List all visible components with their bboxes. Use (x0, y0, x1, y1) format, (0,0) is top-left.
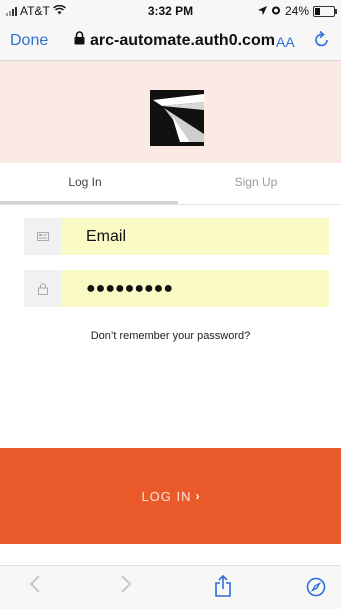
forward-arrow-icon[interactable] (120, 574, 132, 600)
browser-address-bar: Done arc-automate.auth0.com AA (0, 22, 341, 61)
active-tab-indicator (0, 201, 178, 204)
password-field[interactable]: ●●●●●●●●● (24, 270, 329, 307)
padlock-icon (24, 270, 62, 307)
compass-icon[interactable] (306, 577, 326, 603)
email-icon (24, 218, 62, 255)
location-arrow-icon (257, 4, 267, 18)
password-value: ●●●●●●●●● (86, 279, 173, 297)
status-bar: AT&T 3:32 PM 24% (0, 0, 341, 22)
password-input[interactable]: ●●●●●●●●● (62, 270, 329, 307)
done-button[interactable]: Done (10, 32, 48, 50)
text-size-button[interactable]: AA (276, 34, 295, 50)
email-value: Email (86, 227, 127, 245)
reload-icon[interactable] (314, 30, 330, 53)
email-field[interactable]: Email (24, 218, 329, 255)
url-text: arc-automate.auth0.com (90, 31, 275, 49)
back-arrow-icon[interactable] (29, 574, 41, 600)
chevron-right-icon: › (195, 489, 200, 503)
login-button[interactable]: LOG IN › (0, 448, 341, 544)
url-field[interactable]: arc-automate.auth0.com (74, 31, 275, 50)
forgot-password-link[interactable]: Don’t remember your password? (0, 330, 341, 342)
company-logo (150, 90, 204, 146)
email-input[interactable]: Email (62, 218, 329, 255)
browser-toolbar (0, 565, 341, 609)
tab-login[interactable]: Log In (0, 175, 170, 189)
login-button-label: LOG IN (141, 488, 192, 504)
auth-tabs: Log In Sign Up (0, 163, 341, 205)
battery-percent: 24% (284, 4, 309, 18)
battery-icon (313, 5, 337, 17)
lock-icon (74, 31, 85, 50)
tab-signup[interactable]: Sign Up (171, 175, 341, 189)
share-icon[interactable] (214, 574, 232, 604)
status-right: 24% (257, 4, 337, 18)
alarm-icon (271, 4, 281, 18)
